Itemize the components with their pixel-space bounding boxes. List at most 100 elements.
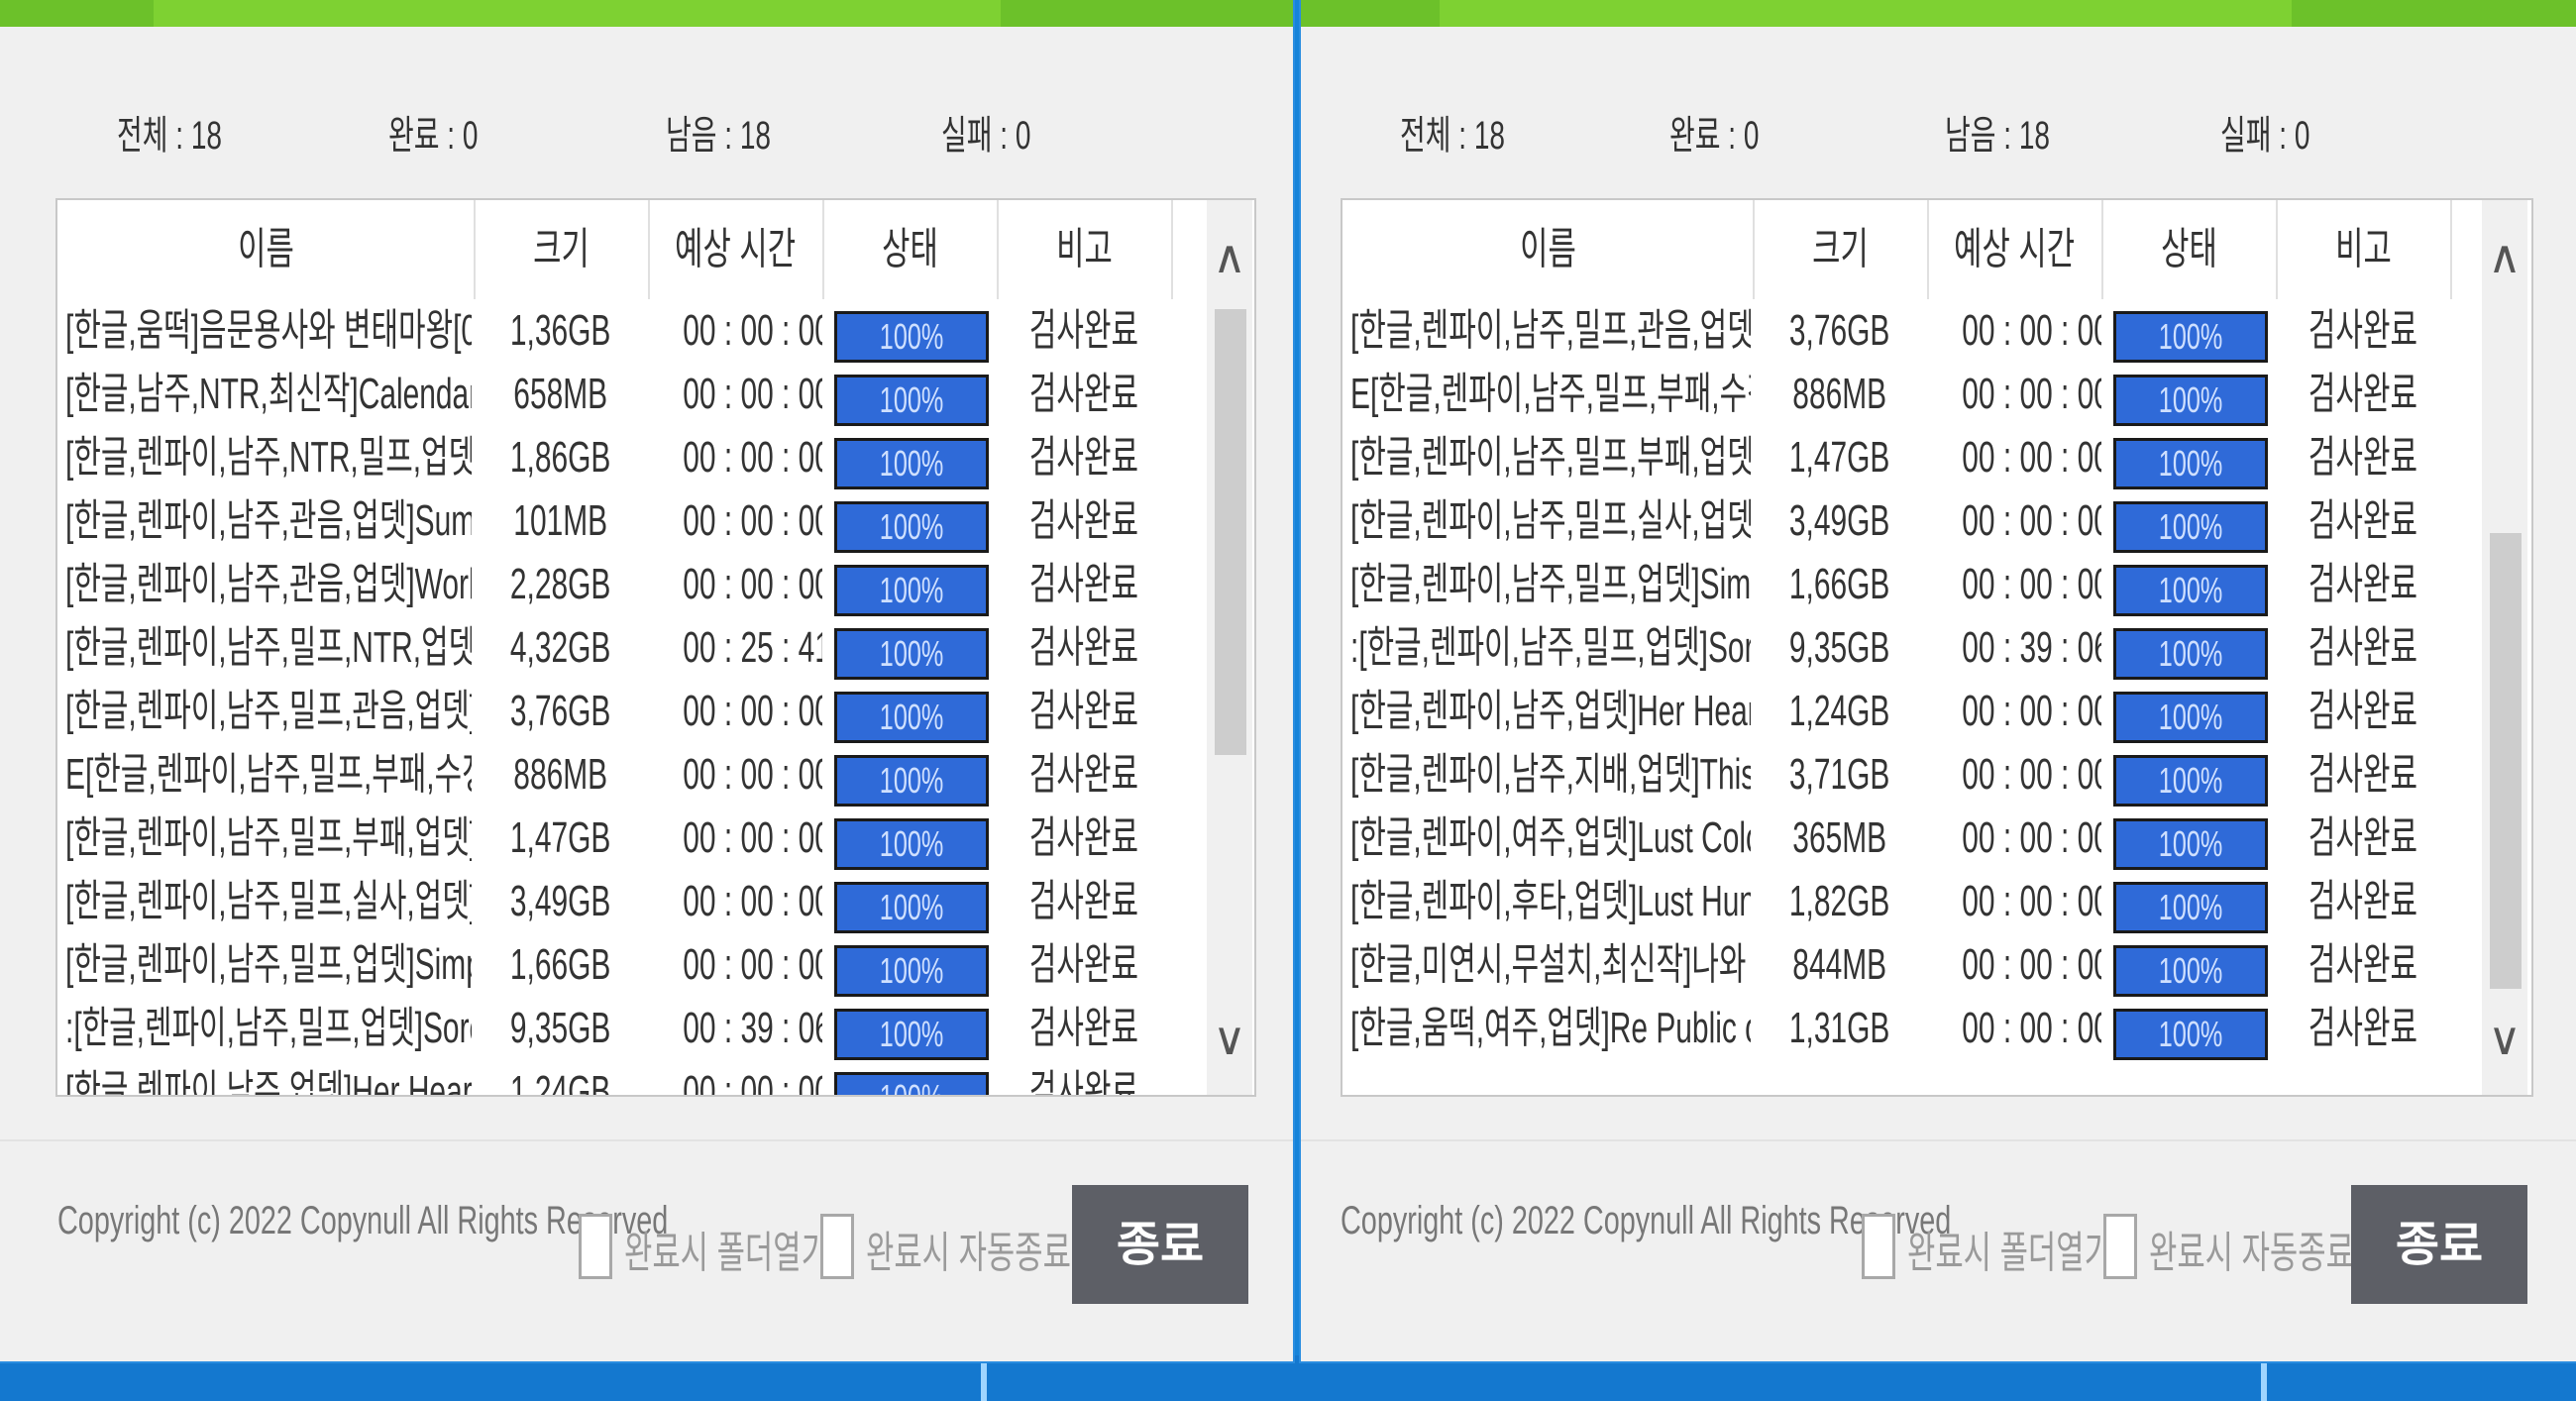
column-header-eta[interactable]: 예상 시간 <box>1927 200 2103 299</box>
status-note: 검사완료 <box>2308 496 2418 545</box>
status-note: 검사완료 <box>2308 877 2418 925</box>
auto-exit-label: 완료시 자동종료 <box>866 1229 1071 1277</box>
column-header-note[interactable]: 비고 <box>2276 200 2452 299</box>
progress-bar: 100% <box>834 375 989 426</box>
stats-bar: 전체 : 18 완료 : 0 남음 : 18 실패 : 0 <box>1301 103 2576 162</box>
open-folder-checkbox[interactable] <box>579 1214 612 1279</box>
progress-label: 100% <box>879 697 944 737</box>
file-list[interactable]: 이름 크기 예상 시간 상태 비고 [한글,움떡]음문용사와 변태마왕[02,2… <box>55 198 1256 1097</box>
progress-label: 100% <box>2158 760 2223 801</box>
file-name: [한글,렌파이,후타,업뎃]Lust Hunter 0, <box>1350 877 1751 925</box>
taskbar-marker <box>981 1355 987 1401</box>
progress-label: 100% <box>837 1075 986 1095</box>
checker-window-right: 전체 : 18 완료 : 0 남음 : 18 실패 : 0 이름 크기 예상 시… <box>1301 0 2576 1361</box>
stat-failed: 실패 : 0 <box>941 114 1031 158</box>
file-name: [한글,렌파이,남주,밀프,NTR,업뎃]Max <box>65 623 472 672</box>
progress-label: 100% <box>879 379 944 420</box>
progress-label: 100% <box>879 887 944 927</box>
progress-bar: 100% <box>2113 565 2268 616</box>
status-note: 검사완료 <box>2308 370 2418 418</box>
file-size: 1,82GB <box>1789 877 1890 925</box>
eta-time: 00 : 00 : 00 <box>1962 813 2101 862</box>
status-note: 검사완료 <box>2308 750 2418 799</box>
progress-label: 100% <box>2158 697 2223 737</box>
progress-bar: 100% <box>834 945 989 997</box>
eta-time: 00 : 00 : 00 <box>1962 496 2101 545</box>
file-size: 3,76GB <box>1789 306 1890 355</box>
eta-time: 00 : 25 : 41 <box>683 623 822 672</box>
column-header-size[interactable]: 크기 <box>474 200 650 299</box>
progress-label: 100% <box>2158 316 2223 357</box>
file-name: [한글,렌파이,남주,업뎃]Her Heart s De <box>65 1067 472 1097</box>
open-folder-checkbox[interactable] <box>1862 1214 1895 1279</box>
column-header-name[interactable]: 이름 <box>1342 200 1755 299</box>
eta-time: 00 : 00 : 00 <box>683 877 822 925</box>
column-header-eta[interactable]: 예상 시간 <box>648 200 824 299</box>
column-header-status[interactable]: 상태 <box>822 200 999 299</box>
auto-exit-checkbox[interactable] <box>820 1214 854 1279</box>
vertical-scrollbar[interactable]: ∧ ∨ <box>1207 200 1252 1095</box>
status-note: 검사완료 <box>2308 623 2418 672</box>
eta-time: 00 : 00 : 00 <box>683 306 822 355</box>
file-name: E[한글,렌파이,남주,밀프,부패,수정]Extr <box>65 750 472 799</box>
stat-remaining: 남음 : 18 <box>1945 114 2051 158</box>
scroll-up-icon[interactable]: ∧ <box>1207 230 1252 283</box>
taskbar-marker <box>2261 1355 2267 1401</box>
progress-label: 100% <box>2158 379 2223 420</box>
file-name: [한글,렌파이,남주,밀프,관음,업뎃]Pure <box>65 687 472 735</box>
window-title-bar <box>1301 0 2576 27</box>
progress-bar: 100% <box>834 755 989 807</box>
progress-label: 100% <box>879 760 944 801</box>
file-name: :[한글,렌파이,남주,밀프,업뎃]Sorcerer <box>1350 623 1751 672</box>
file-size: 4,32GB <box>510 623 611 672</box>
file-name: [한글,움떡]음문용사와 변태마왕[02,28 <box>65 306 472 355</box>
column-header-size[interactable]: 크기 <box>1753 200 1929 299</box>
scroll-down-icon[interactable]: ∨ <box>1207 1012 1252 1065</box>
progress-label: 100% <box>879 506 944 547</box>
file-name: [한글,남주,NTR,최신작]Calendar 걸X <box>65 370 472 418</box>
eta-time: 00 : 00 : 00 <box>1962 1004 2101 1052</box>
file-size: 1,31GB <box>1789 1004 1890 1052</box>
status-note: 검사완료 <box>2308 306 2418 355</box>
scroll-thumb[interactable] <box>1215 309 1246 755</box>
progress-label: 100% <box>879 950 944 991</box>
column-header-status[interactable]: 상태 <box>2101 200 2278 299</box>
file-name: [한글,렌파이,남주,밀프,업뎃]Simple D <box>1350 560 1751 608</box>
scroll-down-icon[interactable]: ∨ <box>2482 1012 2527 1065</box>
scroll-up-icon[interactable]: ∧ <box>2482 230 2527 283</box>
column-header-name[interactable]: 이름 <box>57 200 476 299</box>
file-size: 9,35GB <box>1789 623 1890 672</box>
footer-divider <box>0 1139 1293 1141</box>
footer-divider <box>1301 1139 2576 1141</box>
file-size: 3,49GB <box>1789 496 1890 545</box>
auto-exit-checkbox[interactable] <box>2103 1214 2137 1279</box>
status-note: 검사완료 <box>2308 1004 2418 1052</box>
eta-time: 00 : 00 : 00 <box>683 813 822 862</box>
file-size: 3,71GB <box>1789 750 1890 799</box>
file-name: [한글,렌파이,남주,지배,업뎃]This Tim <box>1350 750 1751 799</box>
file-size: 9,35GB <box>510 1004 611 1052</box>
open-folder-label: 완료시 폴더열기 <box>624 1229 829 1277</box>
column-header-note[interactable]: 비고 <box>997 200 1173 299</box>
progress-bar: 100% <box>2113 438 2268 489</box>
file-size: 886MB <box>1792 370 1887 418</box>
stat-total: 전체 : 18 <box>117 114 223 158</box>
close-button[interactable]: 종료 <box>1072 1185 1248 1304</box>
progress-bar: 100% <box>834 311 989 363</box>
vertical-scrollbar[interactable]: ∧ ∨ <box>2482 200 2527 1095</box>
file-size: 1,36GB <box>510 306 611 355</box>
close-button[interactable]: 종료 <box>2351 1185 2527 1304</box>
progress-bar: 100% <box>834 692 989 743</box>
progress-bar: 100% <box>834 1009 989 1060</box>
progress-bar: 100% <box>2113 818 2268 870</box>
checker-window-left: 전체 : 18 완료 : 0 남음 : 18 실패 : 0 이름 크기 예상 시… <box>0 0 1293 1361</box>
status-note: 검사완료 <box>1028 623 1139 672</box>
progress-label: 100% <box>2158 1014 2223 1054</box>
eta-time: 00 : 00 : 00 <box>1962 560 2101 608</box>
progress-label: 100% <box>879 633 944 674</box>
scroll-thumb[interactable] <box>2490 533 2522 989</box>
eta-time: 00 : 00 : 00 <box>683 433 822 482</box>
file-list[interactable]: 이름 크기 예상 시간 상태 비고 [한글,렌파이,남주,밀프,관음,업뎃]Pu… <box>1341 198 2533 1097</box>
progress-label: 100% <box>879 570 944 610</box>
copyright-text: Copyright (c) 2022 Copynull All Rights R… <box>1341 1199 1952 1242</box>
